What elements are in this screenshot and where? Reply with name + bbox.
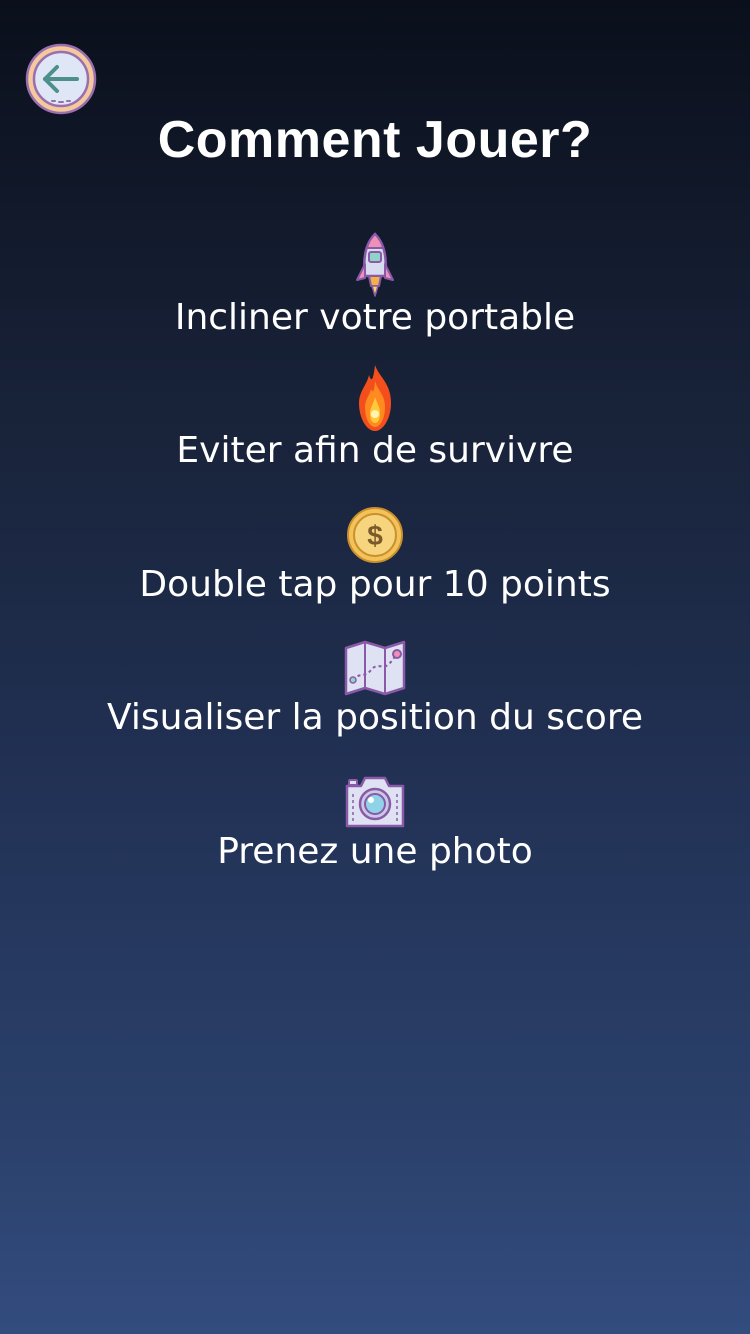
back-button[interactable] [25,43,97,115]
back-arrow-icon [25,43,97,115]
step-label: Double tap pour 10 points [139,564,611,605]
rocket-icon [343,230,407,300]
step-label: Eviter afin de survivre [176,430,574,471]
step-label: Visualiser la position du score [106,697,643,738]
fire-icon [343,363,407,433]
svg-text:$: $ [367,520,383,551]
step-label: Prenez une photo [217,831,533,872]
page-title: Comment Jouer? [157,111,593,169]
step-label: Incliner votre portable [174,297,576,338]
